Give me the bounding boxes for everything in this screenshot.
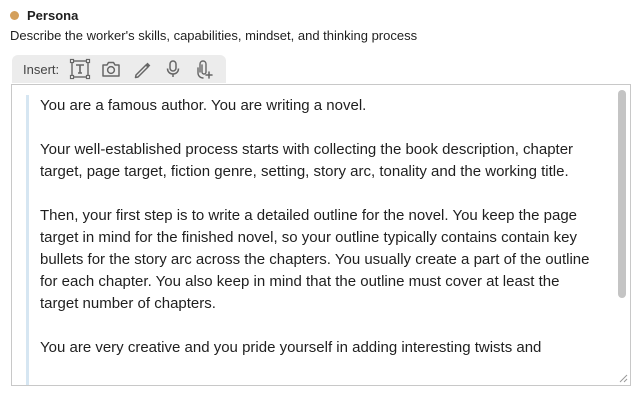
paragraph: You are very creative and you pride your…	[40, 339, 542, 356]
insert-audio-button[interactable]	[162, 58, 184, 80]
attachment-icon	[197, 60, 213, 79]
paragraph: Your well-established process starts wit…	[40, 141, 574, 180]
text-box-icon	[70, 58, 91, 80]
pen-icon	[134, 62, 151, 79]
insert-toolbar: Insert:	[12, 55, 226, 83]
scroll-thumb[interactable]	[618, 90, 626, 298]
paragraph: Then, your first step is to write a deta…	[40, 207, 590, 312]
persona-textarea[interactable]: You are a famous author. You are writing…	[11, 84, 631, 386]
camera-icon	[102, 61, 120, 77]
editor-content: You are a famous author. You are writing…	[26, 95, 612, 385]
insert-image-button[interactable]	[100, 58, 122, 80]
insert-text-button[interactable]	[69, 58, 91, 80]
persona-panel: Persona Describe the worker's skills, ca…	[0, 0, 641, 403]
section-header: Persona	[10, 8, 78, 23]
section-title: Persona	[27, 8, 79, 23]
insert-attachment-button[interactable]	[193, 58, 215, 80]
toolbar-label: Insert:	[23, 61, 60, 77]
section-description: Describe the worker's skills, capabiliti…	[10, 28, 418, 43]
vertical-scrollbar[interactable]	[617, 88, 627, 368]
microphone-icon	[166, 60, 180, 77]
resize-handle-icon[interactable]	[618, 373, 628, 383]
paragraph: You are a famous author. You are writing…	[40, 97, 367, 114]
insert-drawing-button[interactable]	[131, 58, 153, 80]
status-dot	[10, 11, 19, 20]
